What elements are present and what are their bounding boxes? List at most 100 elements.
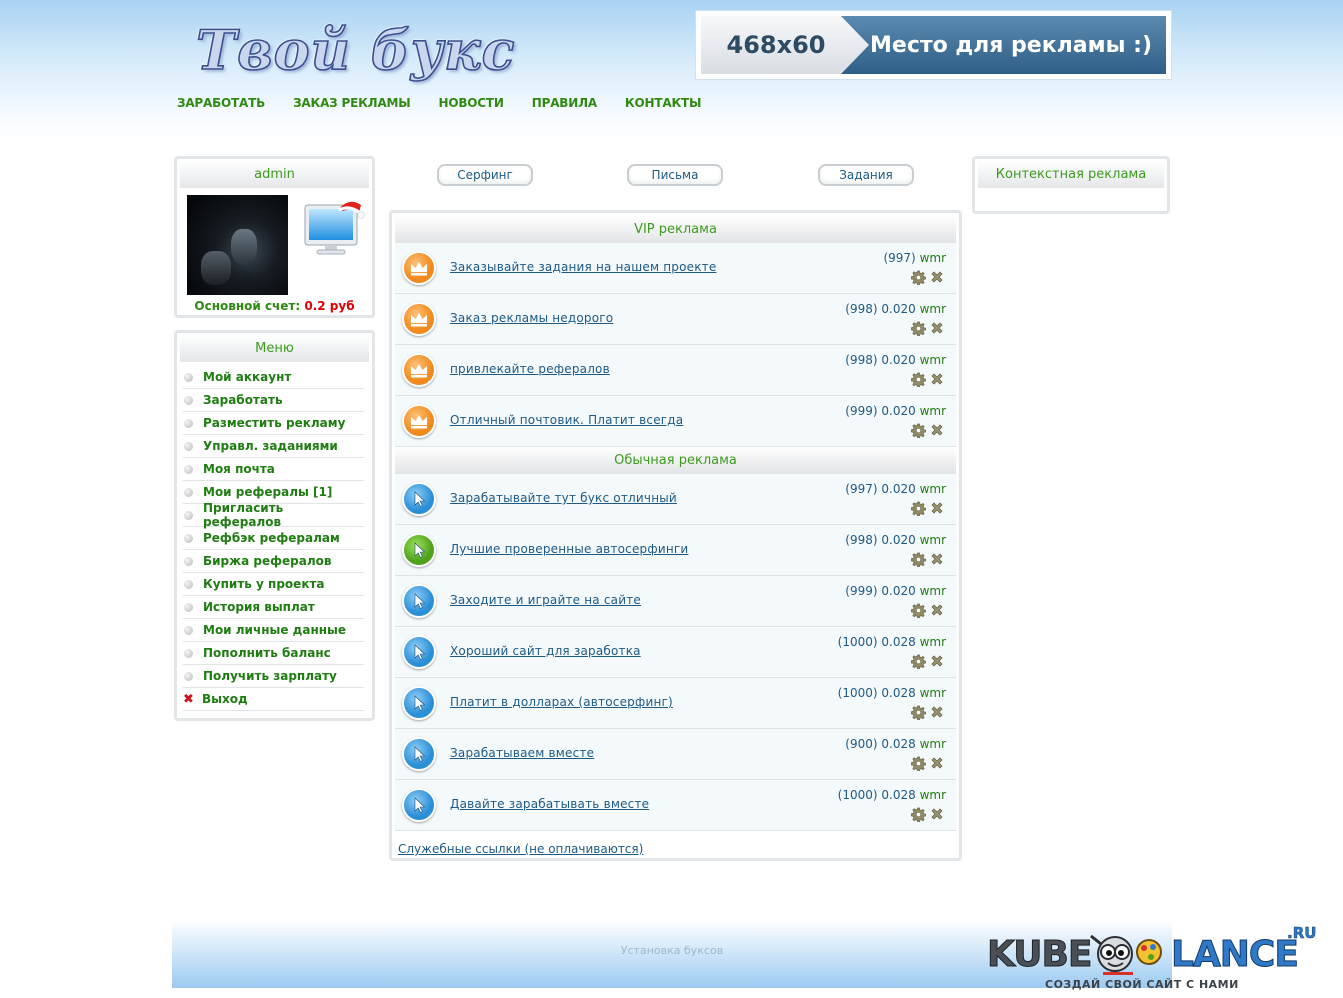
bullet-icon	[184, 510, 193, 520]
menu-item-invite-referrals[interactable]: Пригласить рефералов	[183, 501, 364, 529]
menu-item-label: Мои личные данные	[203, 623, 347, 637]
menu-item-logout[interactable]: ✖ Выход	[183, 688, 364, 711]
menu-item-get-salary[interactable]: Получить зарплату	[183, 665, 364, 688]
menu-item-payout-history[interactable]: История выплат	[183, 596, 364, 619]
close-icon[interactable]	[930, 705, 944, 723]
menu-item-refback[interactable]: Рефбэк рефералам	[183, 527, 364, 550]
vip-ad-row[interactable]: Заказ рекламы недорого (998) 0.020 wmr	[395, 294, 956, 345]
close-icon: ✖	[183, 691, 194, 707]
gear-icon[interactable]	[911, 501, 926, 519]
ad-price: 0.020	[881, 533, 916, 547]
menu-item-manage-tasks[interactable]: Управл. заданиями	[183, 435, 364, 458]
close-icon[interactable]	[930, 552, 944, 570]
close-icon[interactable]	[930, 321, 944, 339]
regular-ad-row[interactable]: Хороший сайт для заработка (1000) 0.028 w…	[395, 627, 956, 678]
menu-item-my-account[interactable]: Мой аккаунт	[183, 366, 364, 389]
crown-icon	[402, 251, 436, 285]
gear-icon[interactable]	[911, 756, 926, 774]
ad-currency: wmr	[919, 737, 946, 751]
vip-section-title: VIP реклама	[395, 216, 956, 243]
avatar-hand	[201, 251, 231, 285]
gear-icon[interactable]	[911, 372, 926, 390]
service-links[interactable]: Служебные ссылки (не оплачиваются)	[398, 842, 643, 856]
ad-currency: wmr	[919, 353, 946, 367]
watermark-logo: KUBE LANCE .RU СОЗДАЙ СВОЙ САЙТ С НАМИ	[985, 922, 1325, 994]
vip-ad-row[interactable]: привлекайте рефералов (998) 0.020 wmr	[395, 345, 956, 396]
regular-ad-row[interactable]: Давайте зарабатывать вместе (1000) 0.028 …	[395, 780, 956, 831]
tab-letters[interactable]: Письма	[627, 164, 723, 186]
ad-title-link[interactable]: Заказывайте задания на нашем проекте	[450, 260, 716, 274]
tab-surfing[interactable]: Серфинг	[437, 164, 533, 186]
ad-title-link[interactable]: Отличный почтовик. Платит всегда	[450, 413, 683, 427]
crown-icon	[402, 302, 436, 336]
regular-ad-row[interactable]: Зарабатываем вместе (900) 0.028 wmr	[395, 729, 956, 780]
gear-icon[interactable]	[911, 603, 926, 621]
avatar-face	[231, 229, 257, 265]
menu-item-earn[interactable]: Заработать	[183, 389, 364, 412]
regular-list: Зарабатывайте тут букс отличный (997) 0.0…	[392, 474, 959, 831]
ad-title-link[interactable]: привлекайте рефералов	[450, 362, 610, 376]
ad-title-link[interactable]: Зарабатываем вместе	[450, 746, 594, 760]
ad-banner[interactable]: 468x60 Место для рекламы :)	[695, 10, 1172, 80]
gear-icon[interactable]	[911, 321, 926, 339]
vip-ad-row[interactable]: Отличный почтовик. Платит всегда (999) 0.…	[395, 396, 956, 447]
bullet-icon	[184, 487, 193, 497]
ad-title-link[interactable]: Хороший сайт для заработка	[450, 644, 641, 658]
ad-title-link[interactable]: Зарабатывайте тут букс отличный	[450, 491, 677, 505]
menu-item-personal-data[interactable]: Мои личные данные	[183, 619, 364, 642]
nav-news[interactable]: НОВОСТИ	[439, 96, 504, 110]
menu-item-my-mail[interactable]: Моя почта	[183, 458, 364, 481]
regular-ad-row[interactable]: Лучшие проверенные автосерфинги (998) 0.0…	[395, 525, 956, 576]
nav-earn[interactable]: ЗАРАБОТАТЬ	[177, 96, 265, 110]
ad-title-link[interactable]: Лучшие проверенные автосерфинги	[450, 542, 688, 556]
close-icon[interactable]	[930, 270, 944, 288]
gear-icon[interactable]	[911, 423, 926, 441]
ad-tools	[911, 603, 944, 621]
nav-rules[interactable]: ПРАВИЛА	[532, 96, 597, 110]
nav-order-ads[interactable]: ЗАКАЗ РЕКЛАМЫ	[293, 96, 411, 110]
gear-icon[interactable]	[911, 807, 926, 825]
menu-item-label: Мой аккаунт	[203, 370, 292, 384]
cursor-arrow-icon	[402, 482, 436, 516]
ad-price: 0.028	[881, 686, 916, 700]
ad-title-link[interactable]: Платит в долларах (автосерфинг)	[450, 695, 673, 709]
regular-ad-row[interactable]: Зарабатывайте тут букс отличный (997) 0.0…	[395, 474, 956, 525]
ad-stats: (999) 0.020 wmr	[845, 404, 946, 418]
crown-icon	[402, 353, 436, 387]
close-icon[interactable]	[930, 372, 944, 390]
gear-icon[interactable]	[911, 705, 926, 723]
vip-ad-row[interactable]: Заказывайте задания на нашем проекте (997…	[395, 243, 956, 294]
tab-tasks[interactable]: Задания	[818, 164, 914, 186]
bullet-icon	[184, 533, 193, 543]
avatar[interactable]	[187, 195, 288, 295]
close-icon[interactable]	[930, 756, 944, 774]
regular-ad-row[interactable]: Заходите и играйте на сайте (999) 0.020 w…	[395, 576, 956, 627]
gear-icon[interactable]	[911, 654, 926, 672]
close-icon[interactable]	[930, 807, 944, 825]
ad-title-link[interactable]: Заказ рекламы недорого	[450, 311, 613, 325]
ad-stats: (900) 0.028 wmr	[845, 737, 946, 751]
close-icon[interactable]	[930, 603, 944, 621]
regular-ad-row[interactable]: Платит в долларах (автосерфинг) (1000) 0.…	[395, 678, 956, 729]
ad-title-link[interactable]: Давайте зарабатывать вместе	[450, 797, 649, 811]
ad-tools	[911, 423, 944, 441]
close-icon[interactable]	[930, 501, 944, 519]
ad-currency: wmr	[919, 686, 946, 700]
close-icon[interactable]	[930, 654, 944, 672]
ad-views-count: (999)	[845, 404, 878, 418]
menu-item-buy-from-project[interactable]: Купить у проекта	[183, 573, 364, 596]
site-logo[interactable]: Твой букс	[192, 17, 515, 83]
gear-icon[interactable]	[911, 270, 926, 288]
close-icon[interactable]	[930, 423, 944, 441]
ad-stats: (1000) 0.028 wmr	[838, 686, 946, 700]
top-nav: ЗАРАБОТАТЬ ЗАКАЗ РЕКЛАМЫ НОВОСТИ ПРАВИЛА…	[177, 96, 701, 110]
nav-contacts[interactable]: КОНТАКТЫ	[625, 96, 702, 110]
ad-currency: wmr	[919, 788, 946, 802]
ad-title-link[interactable]: Заходите и играйте на сайте	[450, 593, 641, 607]
bullet-icon	[184, 579, 193, 589]
menu-item-label: Биржа рефералов	[203, 554, 332, 568]
menu-item-top-up[interactable]: Пополнить баланс	[183, 642, 364, 665]
menu-item-place-ad[interactable]: Разместить рекламу	[183, 412, 364, 435]
gear-icon[interactable]	[911, 552, 926, 570]
menu-item-referral-exchange[interactable]: Биржа рефералов	[183, 550, 364, 573]
